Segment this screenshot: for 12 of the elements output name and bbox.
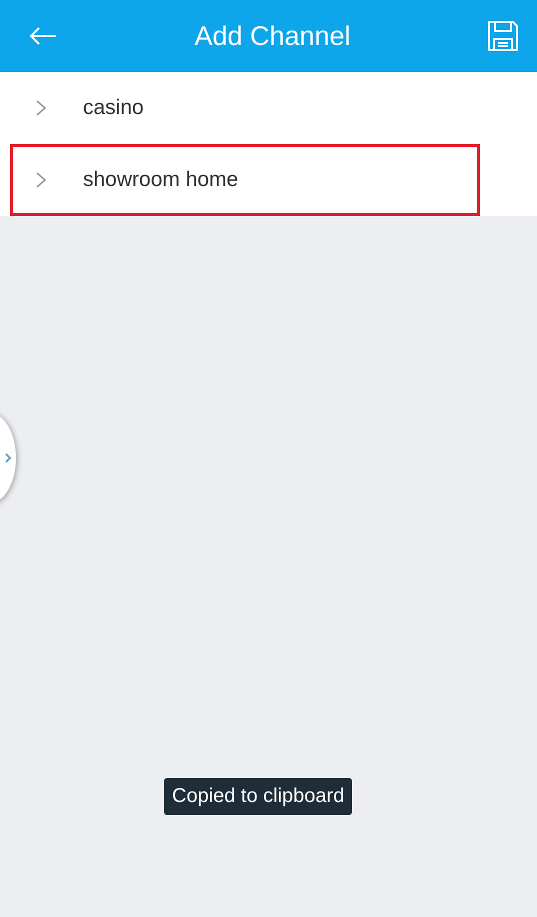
channel-item[interactable]: showroom home [10,144,480,216]
channel-name: casino [83,96,144,120]
back-arrow-icon [28,26,58,46]
toast-message: Copied to clipboard [164,778,352,815]
back-button[interactable] [28,26,58,46]
save-button[interactable] [487,20,519,52]
channel-item[interactable]: casino [10,72,480,144]
chevron-right-icon [35,99,47,117]
screen-title: Add Channel [194,20,351,52]
chevron-right-icon [35,171,47,189]
channel-name: showroom home [83,168,238,192]
chevron-right-icon [4,452,12,464]
